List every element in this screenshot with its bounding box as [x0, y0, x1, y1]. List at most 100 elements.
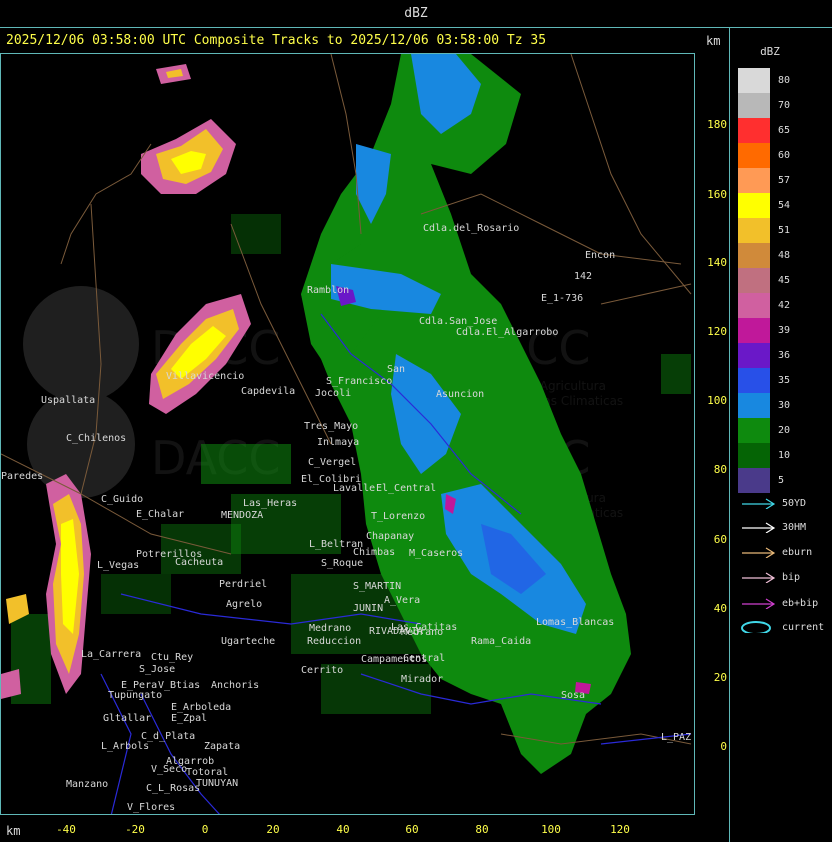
y-tick-label: 120: [707, 325, 727, 338]
place-label: L_Vegas: [97, 560, 139, 571]
place-label: Lavalle: [333, 483, 375, 494]
place-label: Cdla.San_Jose: [419, 316, 497, 327]
place-label: M_Caseros: [409, 548, 463, 559]
legend-label: 36: [778, 350, 791, 361]
radar-map-canvas: DACC DACC DACC DACC Direccion de Agricul…: [1, 54, 692, 814]
place-label: C_d_Plata: [141, 731, 195, 742]
place-label: A_Vera: [384, 595, 420, 606]
dbz-legend: dBZ 80 70 65 60 57 54 51 48 45 42 39 36 35 30 20 10 5: [738, 45, 828, 493]
legend-swatch: [738, 243, 770, 268]
legend-swatch: [738, 118, 770, 143]
track-legend-row: 50YD: [740, 497, 806, 509]
place-label: Villavicencio: [166, 371, 244, 382]
legend-swatch: [738, 93, 770, 118]
legend-row: 5: [738, 468, 828, 493]
track-arrow-icon: [742, 522, 776, 533]
track-legend-label: 50YD: [782, 497, 807, 509]
place-label: MENDOZA: [221, 510, 263, 521]
legend-label: 20: [778, 425, 791, 436]
legend-label: 57: [778, 175, 791, 186]
place-label: Reduccion: [307, 636, 361, 647]
y-tick-label: 60: [713, 533, 727, 546]
place-label: T_Lorenzo: [371, 511, 425, 522]
legend-label: 80: [778, 75, 791, 86]
track-legend-row: bip: [740, 571, 800, 583]
track-legend-label: eburn: [782, 546, 813, 558]
y-tick-label: 160: [707, 188, 727, 201]
x-tick-label: -20: [125, 823, 145, 836]
place-label: Inlmaya: [317, 437, 359, 448]
place-label: S_MARTIN: [353, 581, 401, 592]
y-axis-unit: km: [706, 34, 721, 48]
place-label: Jocoli: [315, 388, 351, 399]
place-label: San: [387, 364, 405, 375]
legend-row: 39: [738, 318, 828, 343]
place-label: E_1-736: [541, 293, 583, 304]
legend-swatch: [738, 168, 770, 193]
track-legend-label: current: [782, 621, 825, 633]
place-label: Ctu_Rey: [151, 652, 193, 663]
panel-divider: [729, 28, 730, 842]
place-label: E_Pera: [121, 680, 157, 691]
legend-row: 36: [738, 343, 828, 368]
place-label: C_Vergel: [308, 457, 356, 468]
legend-swatch: [738, 143, 770, 168]
place-label: Las_Catitas: [391, 622, 457, 633]
legend-swatch: [738, 193, 770, 218]
legend-label: 70: [778, 100, 791, 111]
place-label: Sosa: [561, 690, 585, 701]
place-label: Cacheuta: [175, 557, 223, 568]
legend-row: 65: [738, 118, 828, 143]
place-label: Ramblon: [307, 285, 349, 296]
place-label: Cdla.del_Rosario: [423, 223, 519, 234]
track-legend-label: 30HM: [782, 521, 807, 533]
current-ellipse-icon: [741, 621, 771, 633]
place-label: Agrelo: [226, 599, 262, 610]
y-tick-label: 140: [707, 256, 727, 269]
legend-swatch: [738, 368, 770, 393]
window-title: dBZ: [0, 0, 832, 28]
place-label: Rama_Caida: [471, 636, 531, 647]
track-arrow-icon: [742, 547, 776, 558]
x-tick-label: 20: [266, 823, 280, 836]
radar-map[interactable]: DACC DACC DACC DACC Direccion de Agricul…: [0, 53, 695, 815]
y-tick-label: 180: [707, 118, 727, 131]
legend-row: 10: [738, 443, 828, 468]
legend-label: 45: [778, 275, 791, 286]
place-label: Encon: [585, 250, 615, 261]
track-arrow-icon: [742, 598, 776, 609]
place-label: E_Arboleda: [171, 702, 231, 713]
place-label: S_Roque: [321, 558, 363, 569]
place-label: 142: [574, 271, 592, 282]
place-label: L_PAZ: [661, 732, 691, 743]
legend-row: 70: [738, 93, 828, 118]
legend-label: 48: [778, 250, 791, 261]
place-label: Tupungato: [108, 690, 162, 701]
x-tick-label: 80: [475, 823, 489, 836]
place-label: V_Seco: [151, 764, 187, 775]
place-label: C_L_Rosas: [146, 783, 200, 794]
place-label: Anchoris: [211, 680, 259, 691]
place-label: C_Guido: [101, 494, 143, 505]
place-label: Manzano: [66, 779, 108, 790]
place-label: La_Carrera: [81, 649, 141, 660]
track-legend-label: eb+bip: [782, 597, 819, 609]
legend-swatch: [738, 268, 770, 293]
legend-label: 42: [778, 300, 791, 311]
place-label: Lomas_Blancas: [536, 617, 614, 628]
y-tick-label: 40: [713, 602, 727, 615]
legend-label: 5: [778, 475, 785, 486]
place-label: S_Jose: [139, 664, 175, 675]
x-tick-label: 40: [336, 823, 350, 836]
place-label: El_Central: [376, 483, 436, 494]
legend-row: 80: [738, 68, 828, 93]
place-label: Gltallar: [103, 713, 151, 724]
place-label: V_Flores: [127, 802, 175, 813]
legend-label: 51: [778, 225, 791, 236]
x-tick-label: 100: [541, 823, 561, 836]
place-label: Zapata: [204, 741, 240, 752]
place-label: Mirador: [401, 674, 443, 685]
product-subtitle: 2025/12/06 03:58:00 UTC Composite Tracks…: [6, 33, 547, 48]
legend-label: 35: [778, 375, 791, 386]
y-tick-label: 20: [713, 671, 727, 684]
